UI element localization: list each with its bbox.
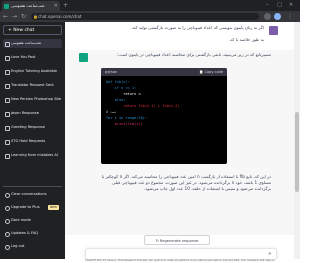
close-window-button[interactable]: ✕: [289, 0, 293, 10]
chat-bubble-icon: [5, 111, 10, 117]
chat-bubble-icon: [5, 97, 10, 103]
browser-menu-icon[interactable]: ⋮: [287, 11, 293, 22]
updates-faq-link[interactable]: Updates & FAQ: [3, 229, 62, 238]
address-bar-row: ← → ↻ 🔒 chat.openai.com/chat ⋮: [0, 11, 300, 22]
sidebar-chat-item[interactable]: Translator Request Sent: [3, 81, 62, 90]
url-bar[interactable]: 🔒 chat.openai.com/chat: [31, 13, 259, 20]
assistant-intro: مسیرتابع که در زیر می‌بینید، تابعی بازگش…: [116, 52, 271, 57]
chatgpt-logo-icon: [79, 53, 88, 62]
moon-icon: [5, 218, 10, 224]
new-tab-button[interactable]: +: [63, 1, 68, 10]
minimize-button[interactable]: –: [266, 0, 269, 10]
user-message-sub: به طور خلاصه با کد.: [228, 37, 264, 42]
sidebar-chat-item[interactable]: Jason Response: [3, 109, 62, 118]
chat-bubble-icon: [5, 153, 10, 159]
chat-item-label: Greeting Response: [11, 125, 45, 129]
footer-label: Updates & FAQ: [11, 231, 38, 235]
disclaimer-text: ChatGPT Mar 23 Version. Free Research Pr…: [85, 259, 275, 262]
conversation-panel: اگر به زبان پایتون بنویسی که اعداد فیبون…: [65, 22, 294, 262]
chat-bubble-icon: [5, 83, 10, 89]
user-message: اگر به زبان پایتون بنویسی که اعداد فیبون…: [130, 25, 264, 30]
user-icon: [5, 205, 10, 211]
browser-tab[interactable]: شب‌ساعت هفتوسی ✕: [2, 1, 60, 11]
external-link-icon: [5, 231, 10, 237]
chat-item-label: Jason Response: [11, 111, 40, 115]
chat-item-label: Translator Request Sent: [11, 83, 54, 87]
chat-item-label: Learning from mistakes AI: [11, 153, 58, 157]
tab-close-icon[interactable]: ✕: [54, 1, 58, 11]
log-out-button[interactable]: Log out: [3, 242, 62, 251]
chat-bubble-icon: [5, 69, 10, 75]
code-block: python 📋 Copy code def fib(n): if n <= 1…: [101, 68, 227, 164]
sidebar-chat-item[interactable]: شب‌ساعت هفتوسی: [3, 39, 62, 48]
forward-icon[interactable]: →: [12, 11, 17, 22]
sidebar-chat-item[interactable]: Learning from mistakes AI: [3, 151, 62, 160]
regenerate-button[interactable]: ↻ Regenerate response: [144, 235, 210, 245]
openai-favicon-icon: [4, 4, 9, 9]
code-header: python 📋 Copy code: [101, 68, 227, 76]
copy-code-button[interactable]: 📋 Copy code: [199, 68, 223, 76]
sidebar-chat-item[interactable]: Love You Post: [3, 53, 62, 62]
assistant-explanation: در این کد، تابع fib با استفاده از بازگشت…: [101, 174, 271, 191]
sidebar-chat-item[interactable]: STG Hold Requests: [3, 137, 62, 146]
extension-icon[interactable]: [264, 13, 271, 20]
profile-avatar[interactable]: [274, 13, 281, 20]
footer-label: Clear conversations: [11, 192, 47, 196]
reload-icon[interactable]: ↻: [21, 11, 26, 22]
chat-item-label: Love You Post: [11, 55, 36, 59]
code-line: print(fib(i)): [106, 122, 143, 126]
back-icon[interactable]: ←: [3, 11, 8, 22]
copy-label: Copy code: [204, 70, 223, 74]
chat-item-label: شب‌ساعت هفتوسی: [11, 41, 42, 45]
maximize-button[interactable]: □: [277, 0, 282, 10]
browser-tab-strip: شب‌ساعت هفتوسی ✕ + – □ ✕: [0, 0, 300, 11]
sidebar-divider: [3, 186, 62, 187]
chat-bubble-icon: [5, 55, 10, 61]
scrollbar[interactable]: [294, 22, 300, 259]
lock-icon: 🔒: [33, 14, 38, 19]
chat-item-label: New Persian Photoshop Site: [11, 97, 62, 101]
chat-bubble-icon: [5, 41, 10, 47]
new-badge: NEW: [47, 205, 59, 210]
scrollbar-thumb[interactable]: [295, 112, 299, 192]
url-text: chat.openai.com/chat: [38, 14, 82, 19]
message-input[interactable]: ➤: [85, 248, 277, 260]
sidebar-chat-item[interactable]: English Tutoring Available: [3, 67, 62, 76]
tab-title: شب‌ساعت هفتوسی: [11, 3, 45, 8]
user-avatar: [269, 26, 278, 35]
dark-mode-button[interactable]: Dark mode: [3, 216, 62, 225]
chat-bubble-icon: [5, 125, 10, 131]
new-chat-button[interactable]: + New chat: [3, 25, 62, 35]
upgrade-plus-button[interactable]: Upgrade to Plus NEW: [3, 203, 62, 212]
footer-label: Log out: [11, 244, 25, 248]
sidebar-chat-item[interactable]: New Persian Photoshop Site: [3, 95, 62, 104]
user-message-row: اگر به زبان پایتون بنویسی که اعداد فیبون…: [65, 22, 294, 51]
logout-icon: [5, 244, 10, 250]
chat-bubble-icon: [5, 139, 10, 145]
trash-icon: [5, 192, 10, 198]
clear-conversations-button[interactable]: Clear conversations: [3, 190, 62, 199]
assistant-message-row: مسیرتابع که در زیر می‌بینید، تابعی بازگش…: [65, 50, 294, 235]
code-content: def fib(n): if n <= 1: return n else: re…: [101, 76, 227, 130]
chat-item-label: STG Hold Requests: [11, 139, 46, 143]
send-icon[interactable]: ➤: [268, 251, 272, 257]
sidebar-chat-item[interactable]: Greeting Response: [3, 123, 62, 132]
sidebar: + New chat شب‌ساعت هفتوسی Love You Post …: [0, 22, 65, 259]
code-language: python: [105, 70, 118, 74]
footer-label: Upgrade to Plus: [11, 205, 40, 209]
chat-item-label: English Tutoring Available: [11, 69, 58, 73]
footer-label: Dark mode: [11, 218, 31, 222]
